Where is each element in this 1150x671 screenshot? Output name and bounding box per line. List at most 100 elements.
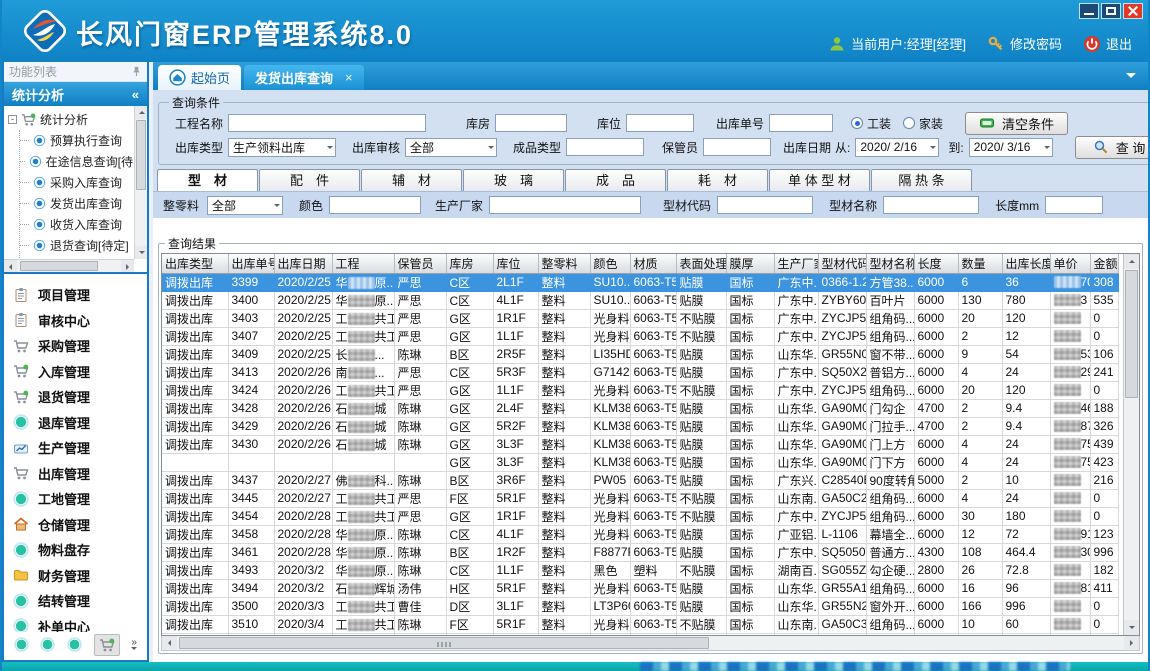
table-cell[interactable]: 2972 bbox=[1050, 363, 1090, 381]
table-row-11[interactable]: 调拨出库34372020/2/27佛科...陈琳B区3R6F整料PW056063… bbox=[162, 471, 1118, 489]
table-cell[interactable]: 306 bbox=[1050, 543, 1090, 561]
column-header-0[interactable]: 出库类型 bbox=[162, 254, 228, 273]
table-cell[interactable]: 山东华... bbox=[774, 597, 818, 615]
table-cell[interactable]: 708 bbox=[1050, 273, 1090, 291]
tree-scroll-right-icon[interactable] bbox=[121, 260, 134, 273]
table-cell[interactable]: 国标 bbox=[726, 345, 774, 363]
table-cell[interactable]: 山东华... bbox=[774, 399, 818, 417]
table-cell[interactable]: 工共工程 bbox=[332, 489, 394, 507]
table-cell[interactable]: 3R6F bbox=[493, 471, 538, 489]
table-cell[interactable]: 535 bbox=[1090, 291, 1118, 309]
table-cell[interactable]: 0 bbox=[1090, 597, 1118, 615]
table-cell[interactable]: GA90M07... bbox=[818, 417, 866, 435]
table-cell[interactable]: 6000 bbox=[914, 507, 958, 525]
table-cell[interactable]: 3399 bbox=[228, 273, 274, 291]
sidebar-module-1[interactable]: 审核中心 bbox=[13, 308, 147, 334]
table-cell[interactable]: 山东南... bbox=[774, 489, 818, 507]
table-cell[interactable]: 3500 bbox=[228, 597, 274, 615]
table-cell[interactable]: 6063-T5 bbox=[630, 507, 676, 525]
table-cell[interactable]: 439 bbox=[1090, 435, 1118, 453]
table-cell[interactable]: 4300 bbox=[914, 543, 958, 561]
table-cell[interactable]: 整料 bbox=[538, 507, 590, 525]
table-cell[interactable]: 贴膜 bbox=[676, 345, 726, 363]
table-cell[interactable]: 6063-T5 bbox=[630, 273, 676, 291]
table-row-10[interactable]: G区3L3F整料KLM38176063-T5贴膜国标山东华...GA90M09.… bbox=[162, 453, 1118, 471]
table-cell[interactable]: 16 bbox=[958, 579, 1002, 597]
table-cell[interactable]: 整料 bbox=[538, 597, 590, 615]
table-cell[interactable]: LT3P60 bbox=[590, 597, 630, 615]
table-cell[interactable] bbox=[228, 453, 274, 471]
table-cell[interactable]: 陈琳 bbox=[394, 543, 446, 561]
table-cell[interactable]: 工共工程 bbox=[332, 615, 394, 633]
radio-home-icon[interactable] bbox=[903, 117, 915, 129]
table-cell[interactable]: 整料 bbox=[538, 345, 590, 363]
table-cell[interactable]: 6000 bbox=[914, 525, 958, 543]
table-cell[interactable]: 调拨出库 bbox=[162, 489, 228, 507]
table-row-4[interactable]: 调拨出库34092020/2/25长...陈琳B区2R5F整料LI35HD606… bbox=[162, 345, 1118, 363]
table-cell[interactable]: 3445 bbox=[228, 489, 274, 507]
table-cell[interactable]: 勾企硬... bbox=[866, 561, 914, 579]
sidebar-module-0[interactable]: 项目管理 bbox=[13, 282, 147, 308]
sidebar-module-7[interactable]: 出库管理 bbox=[13, 461, 147, 487]
table-cell[interactable]: 长... bbox=[332, 345, 394, 363]
table-cell[interactable] bbox=[394, 453, 446, 471]
table-cell[interactable]: 贴膜 bbox=[676, 291, 726, 309]
table-cell[interactable]: 326 bbox=[1090, 417, 1118, 435]
table-cell[interactable]: G区 bbox=[446, 453, 493, 471]
table-cell[interactable]: 整料 bbox=[538, 579, 590, 597]
table-cell[interactable]: 调拨出库 bbox=[162, 399, 228, 417]
column-header-15[interactable]: 长度 bbox=[914, 254, 958, 273]
tree-expander-icon[interactable] bbox=[8, 115, 17, 124]
table-cell[interactable]: 贴膜 bbox=[676, 273, 726, 291]
column-header-17[interactable]: 出库长度 bbox=[1002, 254, 1050, 273]
table-cell[interactable]: 0 bbox=[1090, 381, 1118, 399]
column-header-6[interactable]: 库位 bbox=[493, 254, 538, 273]
table-row-7[interactable]: 调拨出库34282020/2/26石城陈琳G区2L4F整料KLM38176063… bbox=[162, 399, 1118, 417]
table-cell[interactable]: 国标 bbox=[726, 561, 774, 579]
sidebar-module-5[interactable]: 退库管理 bbox=[13, 410, 147, 436]
tree-item-0[interactable]: 预算执行查询 bbox=[8, 130, 133, 151]
table-cell[interactable]: 工共工程 bbox=[332, 309, 394, 327]
table-cell[interactable]: PW05 bbox=[590, 471, 630, 489]
table-cell[interactable]: 调拨出库 bbox=[162, 507, 228, 525]
table-cell[interactable]: 3454 bbox=[228, 507, 274, 525]
column-header-12[interactable]: 生产厂家 bbox=[774, 254, 818, 273]
table-cell[interactable]: 严思 bbox=[394, 291, 446, 309]
table-cell[interactable]: 90度转角 bbox=[866, 471, 914, 489]
table-cell[interactable]: SU10... bbox=[590, 273, 630, 291]
table-cell[interactable]: 6063-T5 bbox=[630, 489, 676, 507]
table-cell[interactable]: 国标 bbox=[726, 417, 774, 435]
table-cell[interactable]: SU10... bbox=[590, 291, 630, 309]
table-cell[interactable]: 严思 bbox=[394, 309, 446, 327]
table-cell[interactable]: C区 bbox=[446, 273, 493, 291]
column-header-5[interactable]: 库房 bbox=[446, 254, 493, 273]
table-cell[interactable]: 工共工程 bbox=[332, 381, 394, 399]
table-cell[interactable]: 山东华... bbox=[774, 453, 818, 471]
table-cell[interactable]: 整料 bbox=[538, 471, 590, 489]
table-cell[interactable]: 石城 bbox=[332, 399, 394, 417]
table-cell[interactable]: 华原... bbox=[332, 525, 394, 543]
table-cell[interactable]: 国标 bbox=[726, 507, 774, 525]
table-cell[interactable]: 华原... bbox=[332, 543, 394, 561]
table-cell[interactable] bbox=[162, 453, 228, 471]
table-cell[interactable]: 5R2F bbox=[493, 417, 538, 435]
table-cell[interactable]: 2020/2/25 bbox=[274, 309, 332, 327]
table-cell[interactable]: 2L4F bbox=[493, 399, 538, 417]
material-tab-3[interactable]: 玻 璃 bbox=[463, 169, 564, 191]
table-cell[interactable]: 1R1F bbox=[493, 309, 538, 327]
sidebar-module-9[interactable]: 仓储管理 bbox=[13, 512, 147, 538]
column-header-19[interactable]: 金额 bbox=[1090, 254, 1118, 273]
table-cell[interactable]: 3461 bbox=[228, 543, 274, 561]
table-cell[interactable]: 调拨出库 bbox=[162, 561, 228, 579]
table-cell[interactable]: 山东华... bbox=[774, 345, 818, 363]
tree-vscroll-thumb[interactable] bbox=[136, 120, 146, 190]
maker-input[interactable] bbox=[489, 196, 641, 214]
table-cell[interactable]: 山东南... bbox=[774, 615, 818, 633]
table-cell[interactable]: C区 bbox=[446, 363, 493, 381]
table-cell[interactable]: 3430 bbox=[228, 435, 274, 453]
column-header-7[interactable]: 整零料 bbox=[538, 254, 590, 273]
table-cell[interactable]: 南... bbox=[332, 363, 394, 381]
table-cell[interactable]: GA50C27 bbox=[818, 489, 866, 507]
table-cell[interactable]: 6000 bbox=[914, 435, 958, 453]
table-cell[interactable]: 2020/2/26 bbox=[274, 381, 332, 399]
